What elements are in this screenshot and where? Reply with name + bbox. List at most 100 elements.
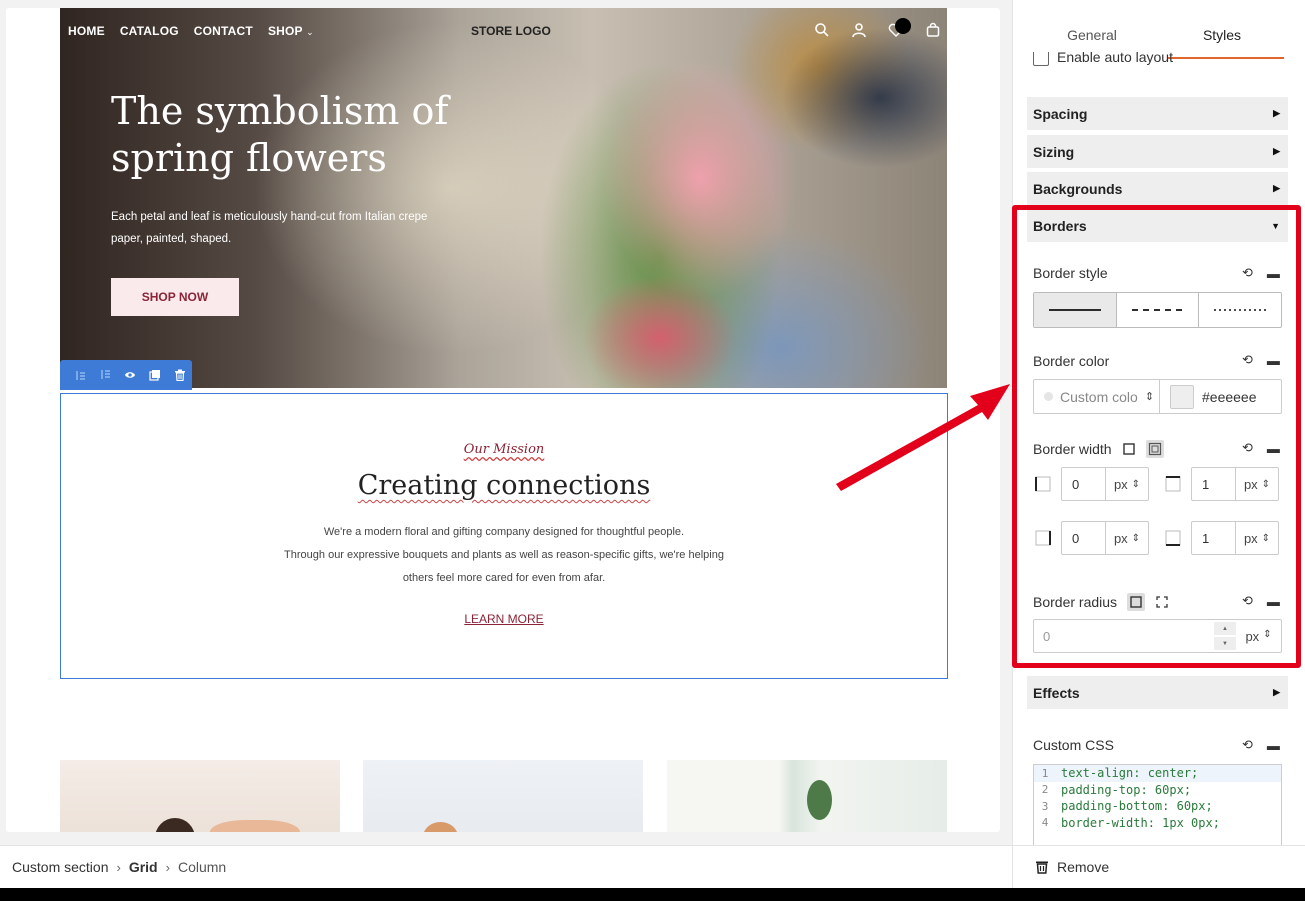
product-card-image[interactable]	[60, 760, 340, 832]
border-left-width-input[interactable]: 0 px ⇕	[1061, 467, 1149, 501]
wishlist-icon[interactable]	[886, 18, 911, 40]
visibility-icon[interactable]	[124, 369, 136, 381]
reset-icon[interactable]: ⟲	[1242, 352, 1253, 368]
individual-radius-icon[interactable]	[1155, 595, 1169, 609]
hero-section[interactable]: HOME CATALOG CONTACT SHOP ⌄ STORE LOGO T…	[60, 8, 947, 388]
caret-right-icon: ▶	[1273, 146, 1280, 156]
device-icon[interactable]: ▬	[1267, 441, 1280, 456]
delete-icon[interactable]	[174, 369, 186, 381]
move-down-icon[interactable]	[99, 369, 111, 381]
mission-text-line: others feel more cared for even from afa…	[402, 572, 606, 584]
border-radius-label: Border radius	[1033, 594, 1118, 610]
individual-border-icon[interactable]	[1145, 440, 1164, 458]
card-figure	[155, 818, 195, 832]
border-style-dotted-button[interactable]	[1199, 293, 1281, 327]
unit-label: px	[1245, 628, 1260, 644]
breadcrumb-item[interactable]: Grid	[129, 859, 158, 875]
color-mode-value: Custom colo	[1060, 388, 1138, 405]
custom-css-editor[interactable]: 1 text-align: center; 2 padding-top: 60px;…	[1033, 764, 1282, 846]
increment-icon[interactable]: ▲	[1214, 622, 1236, 635]
search-icon[interactable]	[812, 20, 832, 40]
trash-icon	[1036, 861, 1048, 874]
reset-icon[interactable]: ⟲	[1242, 737, 1253, 753]
caret-right-icon: ▶	[1273, 183, 1280, 193]
unit-label: px	[1113, 530, 1128, 546]
select-arrows-icon: ⇕	[1261, 532, 1271, 544]
uniform-radius-icon[interactable]	[1127, 593, 1146, 611]
border-radius-input[interactable]: 0 ▲ ▼ px ⇕	[1033, 619, 1282, 653]
reset-icon[interactable]: ⟲	[1242, 265, 1253, 281]
accordion-sizing[interactable]: Sizing ▶	[1027, 135, 1288, 168]
nav-home[interactable]: HOME	[68, 24, 105, 38]
border-top-width-input[interactable]: 1 px ⇕	[1191, 467, 1279, 501]
duplicate-icon[interactable]	[149, 369, 161, 381]
autolayout-toggle[interactable]: Enable auto layout	[1033, 52, 1173, 68]
tab-general[interactable]: General	[1027, 0, 1157, 60]
style-panel: General Styles Enable auto layout Spacin…	[1012, 0, 1305, 888]
border-top-icon	[1163, 474, 1183, 494]
device-icon[interactable]: ▬	[1267, 738, 1280, 753]
color-mode-select[interactable]: Custom colo ⇕	[1034, 380, 1160, 413]
mission-section[interactable]: Our Mission Creating connections We're a…	[60, 393, 948, 679]
product-card-image[interactable]	[667, 760, 947, 832]
border-style-solid-button[interactable]	[1034, 293, 1117, 327]
code-line: 3 padding-bottom: 60px;	[1041, 799, 1213, 814]
hero-subtitle: Each petal and leaf is meticulously hand…	[111, 211, 428, 245]
nav-contact[interactable]: CONTACT	[194, 24, 253, 38]
border-color-tools: ⟲ ▬	[1242, 352, 1280, 368]
page-preview: HOME CATALOG CONTACT SHOP ⌄ STORE LOGO T…	[6, 8, 1000, 832]
uniform-border-icon[interactable]	[1122, 442, 1136, 456]
bottom-strip	[0, 888, 1305, 901]
nav-shop[interactable]: SHOP ⌄	[268, 24, 314, 38]
reset-icon[interactable]: ⟲	[1242, 593, 1253, 609]
breadcrumb-item[interactable]: Column	[178, 859, 226, 875]
user-icon[interactable]	[849, 20, 869, 40]
autolayout-checkbox[interactable]	[1033, 52, 1049, 66]
device-icon[interactable]: ▬	[1267, 353, 1280, 368]
device-icon[interactable]: ▬	[1267, 266, 1280, 281]
nav-catalog[interactable]: CATALOG	[120, 24, 179, 38]
border-radius-value[interactable]: 0	[1034, 629, 1214, 644]
cart-icon[interactable]	[923, 20, 943, 40]
border-right-icon	[1033, 528, 1053, 548]
reset-icon[interactable]: ⟲	[1242, 440, 1253, 456]
custom-css-label: Custom CSS	[1033, 737, 1114, 753]
border-color-label: Border color	[1033, 353, 1110, 369]
border-bottom-width-input[interactable]: 1 px ⇕	[1191, 521, 1279, 555]
color-hex-input[interactable]: #eeeeee	[1202, 389, 1257, 405]
product-card-image[interactable]	[363, 760, 643, 832]
remove-button[interactable]: Remove	[1013, 845, 1305, 888]
border-radius-stepper[interactable]: ▲ ▼	[1214, 622, 1236, 650]
breadcrumb-separator: ›	[165, 859, 170, 875]
border-radius-tools: ⟲ ▬	[1242, 593, 1280, 609]
tab-styles[interactable]: Styles	[1157, 0, 1287, 60]
border-right-width-input[interactable]: 0 px ⇕	[1061, 521, 1149, 555]
select-arrows-icon: ⇕	[1131, 532, 1141, 544]
border-bottom-value: 1	[1192, 522, 1236, 554]
shop-now-button[interactable]: SHOP NOW	[111, 278, 239, 316]
border-style-dashed-button[interactable]	[1117, 293, 1200, 327]
card-figure-detail	[210, 820, 300, 832]
unit-label: px	[1113, 476, 1128, 492]
breadcrumb: Custom section › Grid › Column	[0, 845, 1012, 888]
accordion-backgrounds[interactable]: Backgrounds ▶	[1027, 172, 1288, 205]
color-dot-icon	[1044, 392, 1053, 401]
decrement-icon[interactable]: ▼	[1214, 637, 1236, 650]
device-icon[interactable]: ▬	[1267, 594, 1280, 609]
select-arrows-icon: ⇕	[1131, 478, 1141, 490]
remove-label: Remove	[1057, 859, 1110, 875]
breadcrumb-separator: ›	[116, 859, 121, 875]
accordion-label: Borders	[1033, 217, 1087, 234]
active-tab-indicator	[1167, 57, 1284, 59]
color-swatch[interactable]	[1170, 384, 1194, 409]
accordion-borders[interactable]: Borders ▼	[1027, 209, 1288, 242]
border-top-value: 1	[1192, 468, 1236, 500]
breadcrumb-item[interactable]: Custom section	[12, 859, 108, 875]
learn-more-link[interactable]: LEARN MORE	[61, 612, 947, 626]
accordion-effects[interactable]: Effects ▶	[1027, 676, 1288, 709]
move-up-icon[interactable]	[74, 369, 86, 381]
border-bottom-icon	[1163, 528, 1183, 548]
border-width-label: Border width	[1033, 441, 1112, 457]
accordion-spacing[interactable]: Spacing ▶	[1027, 97, 1288, 130]
store-logo[interactable]: STORE LOGO	[471, 24, 551, 38]
